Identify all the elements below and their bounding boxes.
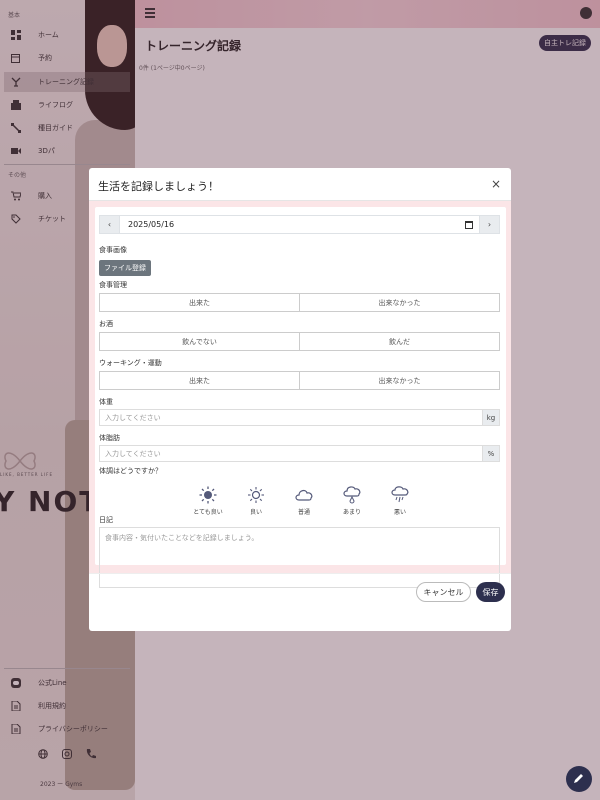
lifelog-modal: 生活を記録しましょう！ × ‹ 2025/05/16 › 食事画像 ファイル登録…	[89, 168, 511, 631]
condition-label-text: 悪い	[393, 509, 406, 516]
alcohol-option-no[interactable]: 飲んでない	[99, 332, 300, 351]
modal-title: 生活を記録しましょう！	[98, 180, 219, 193]
alcohol-label: お酒	[99, 320, 113, 328]
diet-label: 食事管理	[99, 281, 127, 289]
condition-label-text: とても良い	[193, 509, 223, 516]
condition-selector: とても良い 良い 普通 あまり 悪い	[188, 486, 420, 516]
save-button[interactable]: 保存	[476, 582, 505, 602]
walking-option-not-done[interactable]: 出来なかった	[300, 371, 500, 390]
weight-field: 入力してください kg	[99, 409, 500, 426]
date-prev-button[interactable]: ‹	[99, 215, 120, 234]
diary-label: 日記	[99, 516, 113, 524]
cloud-icon	[294, 486, 314, 504]
diet-option-not-done[interactable]: 出来なかった	[300, 293, 500, 312]
alcohol-option-yes[interactable]: 飲んだ	[300, 332, 500, 351]
diet-toggle: 出来た 出来なかった	[99, 293, 500, 312]
weight-label: 体重	[99, 398, 113, 406]
date-selector: ‹ 2025/05/16 ›	[99, 215, 500, 234]
condition-very-good[interactable]: とても良い	[188, 486, 228, 516]
walking-option-done[interactable]: 出来た	[99, 371, 300, 390]
date-value: 2025/05/16	[128, 220, 175, 229]
walking-label: ウォーキング・運動	[99, 359, 162, 367]
modal-footer: キャンセル 保存	[89, 573, 511, 631]
condition-good[interactable]: 良い	[236, 486, 276, 516]
condition-label-text: 良い	[249, 509, 262, 516]
condition-bad[interactable]: 悪い	[380, 486, 420, 516]
date-input[interactable]: 2025/05/16	[120, 215, 479, 234]
diet-option-done[interactable]: 出来た	[99, 293, 300, 312]
close-icon[interactable]: ×	[491, 177, 501, 191]
body-fat-field: 入力してください %	[99, 445, 500, 462]
modal-header: 生活を記録しましょう！ ×	[89, 168, 511, 201]
weight-input[interactable]: 入力してください	[99, 409, 483, 426]
alcohol-toggle: 飲んでない 飲んだ	[99, 332, 500, 351]
file-upload-button[interactable]: ファイル登録	[99, 260, 151, 276]
meal-image-label: 食事画像	[99, 246, 127, 254]
condition-label: 体調はどうですか？	[99, 467, 162, 475]
condition-normal[interactable]: 普通	[284, 486, 324, 516]
body-fat-label: 体脂肪	[99, 434, 120, 442]
cloud-rain-icon	[390, 486, 410, 504]
condition-label-text: あまり	[342, 509, 361, 516]
sun-filled-icon	[198, 486, 218, 504]
condition-not-great[interactable]: あまり	[332, 486, 372, 516]
body-fat-unit: %	[483, 445, 500, 462]
sun-outline-icon	[246, 486, 266, 504]
weight-unit: kg	[483, 409, 500, 426]
form-card: ‹ 2025/05/16 › 食事画像 ファイル登録 食事管理 出来た 出来なか…	[95, 207, 506, 588]
walking-toggle: 出来た 出来なかった	[99, 371, 500, 390]
modal-body: ‹ 2025/05/16 › 食事画像 ファイル登録 食事管理 出来た 出来なか…	[89, 201, 511, 588]
condition-label-text: 普通	[297, 509, 310, 516]
cloud-drizzle-icon	[342, 486, 362, 504]
calendar-icon[interactable]	[465, 221, 473, 229]
edit-fab-button[interactable]	[566, 766, 592, 792]
pencil-icon	[573, 772, 585, 786]
date-next-button[interactable]: ›	[479, 215, 500, 234]
body-fat-input[interactable]: 入力してください	[99, 445, 483, 462]
cancel-button[interactable]: キャンセル	[416, 582, 471, 602]
